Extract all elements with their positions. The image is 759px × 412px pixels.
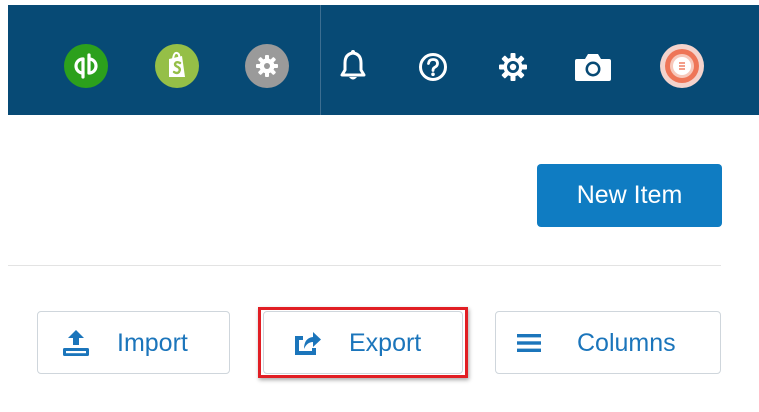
app-settings-button[interactable] xyxy=(245,44,289,88)
new-item-button[interactable]: New Item xyxy=(537,164,722,227)
upload-icon xyxy=(63,330,89,356)
import-label: Import xyxy=(117,329,188,357)
export-button[interactable]: Export xyxy=(263,311,463,374)
quickbooks-app-button[interactable] xyxy=(64,44,108,88)
import-button[interactable]: Import xyxy=(37,311,230,374)
menu-lines-icon xyxy=(517,334,541,352)
section-divider xyxy=(8,265,721,266)
settings-gear-icon[interactable] xyxy=(497,51,529,83)
columns-button[interactable]: Columns xyxy=(495,311,721,374)
columns-label: Columns xyxy=(577,329,676,357)
export-icon xyxy=(295,332,321,355)
bell-icon[interactable] xyxy=(338,49,368,83)
gear-icon xyxy=(256,55,278,77)
help-icon[interactable] xyxy=(418,52,448,82)
camera-icon[interactable] xyxy=(574,51,612,83)
page: New Item Import Export Columns xyxy=(0,0,759,412)
quickbooks-icon xyxy=(74,53,98,79)
shopify-app-button[interactable] xyxy=(155,44,199,88)
topbar-divider xyxy=(320,5,321,115)
top-nav-bar xyxy=(8,5,759,115)
export-label: Export xyxy=(349,329,422,357)
shopify-icon xyxy=(169,51,185,77)
avatar[interactable] xyxy=(659,43,705,89)
